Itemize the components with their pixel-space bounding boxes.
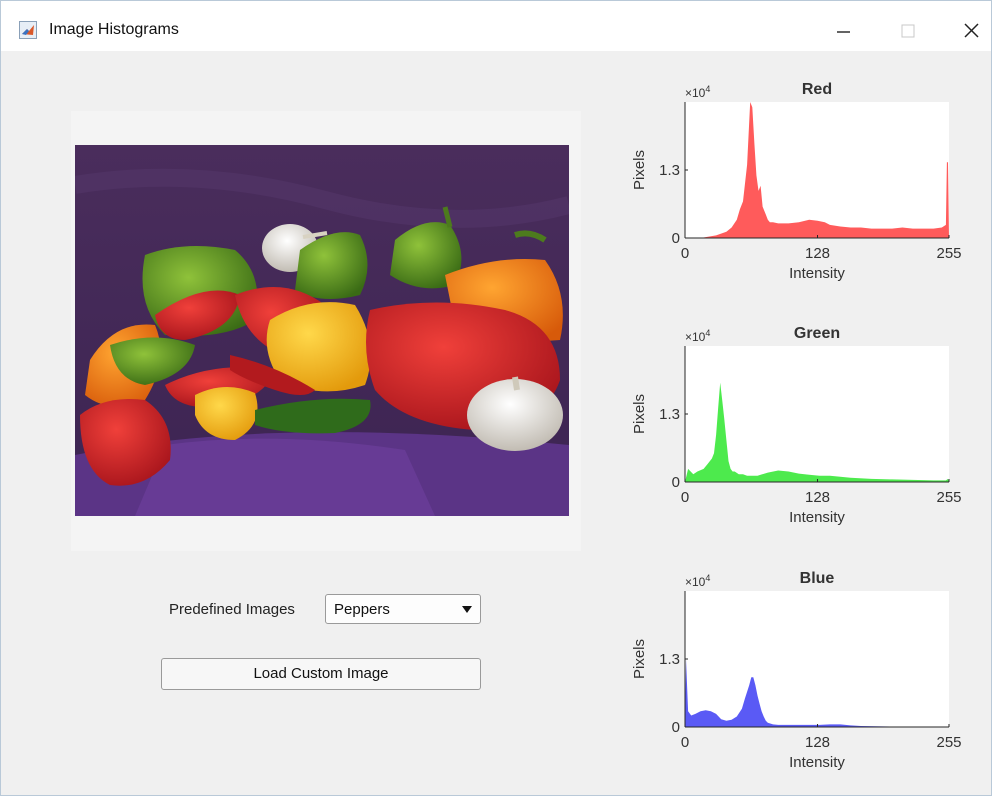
predefined-images-label: Predefined Images (169, 601, 295, 618)
histogram-title: Blue (800, 570, 835, 587)
x-axis-label: Intensity (789, 754, 845, 771)
peppers-image (75, 145, 569, 516)
x-tick-label: 0 (681, 245, 689, 262)
y-tick-label: 1.3 (659, 651, 680, 668)
y-tick-label: 1.3 (659, 162, 680, 179)
window-title: Image Histograms (49, 21, 179, 38)
y-tick-label: 0 (672, 474, 680, 491)
y-exponent-label: ×104 (685, 573, 710, 589)
x-tick-label: 255 (936, 734, 961, 751)
y-axis-label: Pixels (631, 639, 648, 679)
x-axis-label: Intensity (789, 509, 845, 526)
x-axis-label: Intensity (789, 265, 845, 282)
minimize-button[interactable] (823, 15, 863, 45)
plot-area (685, 102, 949, 238)
y-exponent-power: 4 (705, 84, 710, 94)
x-tick-label: 128 (805, 489, 830, 506)
y-tick-label: 0 (672, 719, 680, 736)
red-histogram: Red ×104 0 128 255 0 1.3 Intensity Pixels (631, 81, 962, 282)
y-exponent-label: ×104 (685, 328, 710, 344)
x-tick-label: 255 (936, 489, 961, 506)
x-tick-label: 255 (936, 245, 961, 262)
x-tick-label: 128 (805, 734, 830, 751)
blue-histogram: Blue ×104 0 128 255 0 1.3 Intensity Pixels (631, 570, 962, 771)
x-tick-label: 128 (805, 245, 830, 262)
histogram-title: Red (802, 81, 832, 98)
matlab-icon (19, 21, 37, 39)
y-tick-label: 1.3 (659, 406, 680, 423)
x-tick-label: 0 (681, 734, 689, 751)
minimize-icon (837, 31, 850, 33)
caret-down-icon (462, 606, 472, 613)
predefined-images-dropdown[interactable]: Peppers (325, 594, 481, 624)
maximize-icon (901, 24, 915, 38)
y-exponent-power: 4 (705, 573, 710, 583)
app-window: Image Histograms Predefined Images Peppe… (0, 0, 992, 796)
y-axis-label: Pixels (631, 394, 648, 434)
close-icon (964, 23, 979, 38)
x-tick-label: 0 (681, 489, 689, 506)
y-tick-label: 0 (672, 230, 680, 247)
dropdown-selected-value: Peppers (334, 601, 390, 618)
close-button[interactable] (951, 15, 991, 45)
green-histogram: Green ×104 0 128 255 0 1.3 Intensity Pixels (631, 325, 962, 526)
y-axis-label: Pixels (631, 150, 648, 190)
load-custom-image-button[interactable]: Load Custom Image (161, 658, 481, 690)
histogram-title: Green (794, 325, 840, 342)
y-exponent-label: ×104 (685, 84, 710, 100)
title-bar: Image Histograms (1, 1, 991, 51)
y-exponent-power: 4 (705, 328, 710, 338)
maximize-button[interactable] (887, 15, 927, 45)
plot-area (685, 591, 949, 727)
